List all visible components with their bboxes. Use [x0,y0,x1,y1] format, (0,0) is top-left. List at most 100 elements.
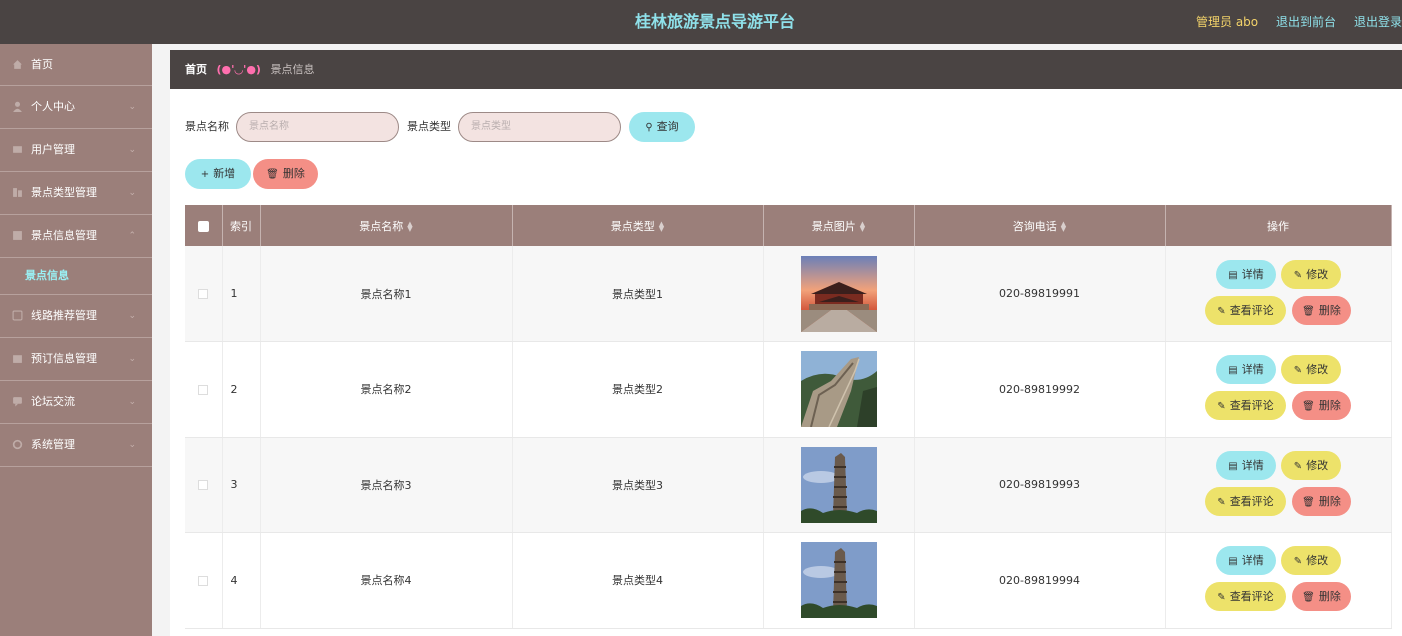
sort-icon[interactable]: ▲ ▼ [659,220,664,232]
name-filter-label: 景点名称 [185,120,229,133]
detail-button[interactable]: ▤ 详情 [1216,546,1276,576]
name-search-input[interactable]: 景点名称 [236,112,399,142]
select-all-cell[interactable] [185,205,223,246]
system-icon [12,439,23,450]
row-name: 景点名称4 [260,532,513,629]
sidebar-item-label: 系统管理 [31,438,75,451]
home-icon [13,60,22,69]
sidebar-item-scenic-type-management[interactable]: 景点类型管理 ⌄ [0,172,152,215]
forum-icon [13,397,22,407]
row-actions: ▤ 详情 ✎ 修改 ✎ 查看评论 🗑 删除 [1166,445,1390,525]
column-header-image[interactable]: 景点图片 ▲ ▼ [763,205,915,246]
sort-icon[interactable]: ▲ ▼ [860,220,865,232]
chevron-down-icon: ⌄ [128,311,136,321]
pencil-icon: ✎ [1217,305,1226,317]
document-icon: ▤ [1228,460,1238,472]
trash-icon: 🗑 [1302,401,1315,413]
sidebar-item-forum[interactable]: 论坛交流 ⌄ [0,381,152,424]
view-comments-button[interactable]: ✎ 查看评论 [1205,582,1286,612]
sidebar-item-label: 首页 [31,58,53,71]
sidebar-item-scenic-info-management[interactable]: 景点信息管理 ⌃ [0,215,152,258]
scenic-table: 索引 景点名称 ▲ ▼ 景点类型 ▲ ▼ 景点图片 ▲ ▼ 咨询电话 ▲ ▼ 操作 1 景点名称… [185,205,1392,629]
row-checkbox[interactable] [198,289,209,299]
detail-button[interactable]: ▤ 详情 [1216,355,1276,385]
delete-button[interactable]: 🗑 删除 [1292,486,1351,516]
add-button[interactable]: + 新增 [185,159,251,189]
sort-icon[interactable]: ▲ ▼ [1061,220,1066,232]
column-header-index: 索引 [222,205,261,246]
type-filter-label: 景点类型 [407,120,451,133]
back-to-front-link[interactable]: 退出到前台 [1276,0,1336,44]
row-type: 景点类型1 [512,246,764,342]
trash-icon: 🗑 [1302,496,1315,508]
top-header: 桂林旅游景点导游平台 管理员 abo 退出到前台 退出登录 [0,0,1402,44]
view-comments-button[interactable]: ✎ 查看评论 [1205,486,1286,516]
column-header-actions: 操作 [1165,205,1392,246]
delete-button[interactable]: 🗑 删除 [1292,391,1351,421]
row-type: 景点类型4 [512,532,764,629]
logout-link[interactable]: 退出登录 [1354,0,1402,44]
row-index: 3 [222,437,261,533]
sidebar-item-booking-management[interactable]: 预订信息管理 ⌄ [0,338,152,381]
row-type: 景点类型2 [512,341,764,438]
row-phone: 020-89819991 [914,246,1166,342]
sidebar-subitem-scenic-info[interactable]: 景点信息 [0,258,152,295]
column-header-name[interactable]: 景点名称 ▲ ▼ [260,205,513,246]
booking-icon [13,355,22,363]
app-title: 桂林旅游景点导游平台 [634,12,795,31]
sidebar-item-label: 预订信息管理 [31,352,97,365]
edit-button[interactable]: ✎ 修改 [1281,355,1341,385]
table-row: 3 景点名称3 景点类型3 020-89819993 ▤ 详情 ✎ 修改 ✎ 查… [185,437,1392,533]
table-header-row: 索引 景点名称 ▲ ▼ 景点类型 ▲ ▼ 景点图片 ▲ ▼ 咨询电话 ▲ ▼ 操作 [185,205,1392,246]
row-actions: ▤ 详情 ✎ 修改 ✎ 查看评论 🗑 删除 [1166,349,1390,429]
category-icon [13,188,22,197]
view-comments-button[interactable]: ✎ 查看评论 [1205,391,1286,421]
main-panel: 首页 (●'◡'●) 景点信息 景点名称 景点名称 景点类型 景点类型 ⚲ 查询 … [170,50,1402,636]
row-phone: 020-89819993 [914,437,1166,533]
delete-button[interactable]: 🗑 删除 [1292,582,1351,612]
select-all-checkbox[interactable] [197,220,209,232]
sidebar-item-route-management[interactable]: 线路推荐管理 ⌄ [0,295,152,338]
type-search-input[interactable]: 景点类型 [458,112,621,142]
plus-icon: + [200,169,210,180]
trash-icon: 🗑 [266,169,279,180]
delete-button[interactable]: 🗑 删除 [1292,295,1351,325]
edit-button[interactable]: ✎ 修改 [1281,546,1341,576]
view-comments-button[interactable]: ✎ 查看评论 [1205,295,1286,325]
column-header-phone[interactable]: 咨询电话 ▲ ▼ [914,205,1166,246]
pencil-icon: ✎ [1217,401,1226,413]
row-checkbox[interactable] [198,575,209,586]
sidebar: 首页 个人中心 ⌄ 用户管理 ⌄ 景点类型管理 ⌄ 景点信息管理 ⌃ 景点信息 … [0,44,152,636]
chevron-down-icon: ⌄ [128,397,136,407]
breadcrumb: 首页 (●'◡'●) 景点信息 [170,50,1402,89]
edit-button[interactable]: ✎ 修改 [1281,450,1341,480]
route-icon [12,310,23,321]
row-phone: 020-89819994 [914,532,1166,629]
chevron-down-icon: ⌄ [128,102,136,112]
search-icon: ⚲ [645,122,653,133]
edit-button[interactable]: ✎ 修改 [1281,259,1341,289]
batch-delete-button[interactable]: 🗑 删除 [253,159,318,189]
sidebar-item-user-management[interactable]: 用户管理 ⌄ [0,129,152,172]
column-header-type[interactable]: 景点类型 ▲ ▼ [512,205,764,246]
row-checkbox[interactable] [198,384,209,395]
pencil-icon: ✎ [1293,269,1303,281]
admin-username: 管理员 abo [1196,15,1259,29]
pencil-icon: ✎ [1293,460,1303,472]
sidebar-item-system-management[interactable]: 系统管理 ⌄ [0,424,152,467]
row-checkbox[interactable] [198,480,209,491]
document-icon: ▤ [1228,269,1238,281]
sidebar-item-label: 个人中心 [31,100,75,113]
detail-button[interactable]: ▤ 详情 [1216,259,1276,289]
sort-icon[interactable]: ▲ ▼ [407,220,412,232]
breadcrumb-home[interactable]: 首页 [185,63,207,76]
detail-button[interactable]: ▤ 详情 [1216,450,1276,480]
row-name: 景点名称3 [260,437,513,533]
table-row: 4 景点名称4 景点类型4 020-89819994 ▤ 详情 ✎ 修改 ✎ 查… [185,532,1392,629]
sidebar-item-personal-center[interactable]: 个人中心 ⌄ [0,86,152,129]
sidebar-item-home[interactable]: 首页 [0,44,152,86]
sidebar-item-label: 景点类型管理 [31,186,97,199]
query-button[interactable]: ⚲ 查询 [629,112,695,142]
row-phone: 020-89819992 [914,341,1166,438]
user-icon [13,101,22,112]
